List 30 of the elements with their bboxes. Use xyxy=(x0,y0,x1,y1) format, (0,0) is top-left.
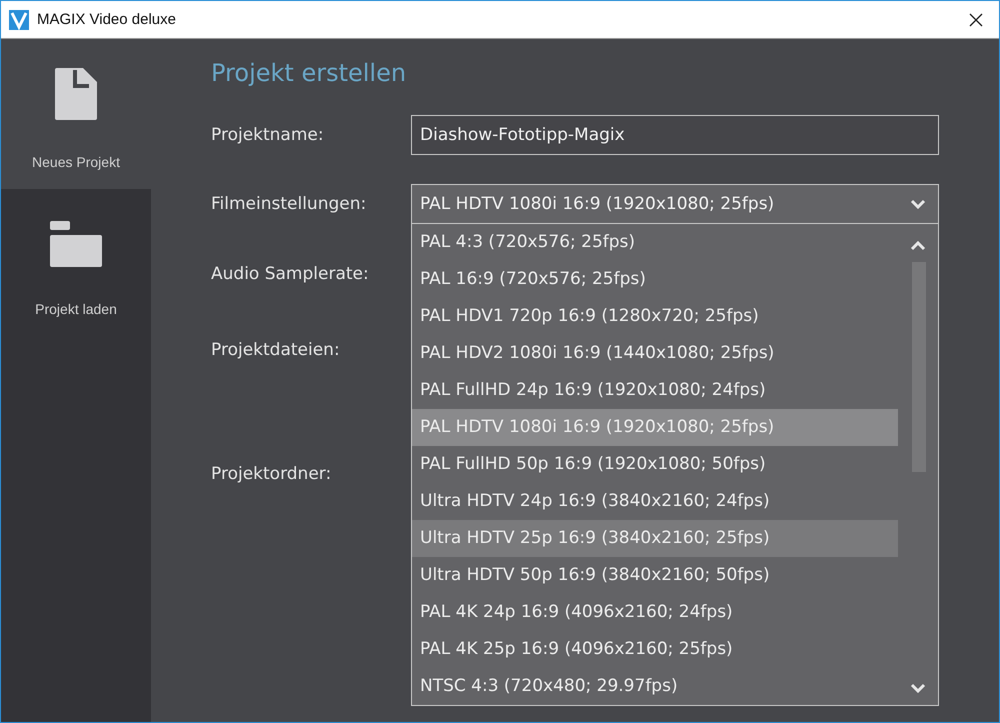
field-label: Projektname: xyxy=(211,125,325,145)
dropdown-option[interactable]: PAL FullHD 24p 16:9 (1920x1080; 24fps) xyxy=(412,372,898,409)
chevron-down-icon[interactable] xyxy=(910,199,926,209)
window-title: MAGIX Video deluxe xyxy=(37,11,177,28)
page-heading: Projekt erstellen xyxy=(211,58,408,89)
text-field[interactable]: Diashow-Fototipp-Magix xyxy=(411,115,939,155)
dropdown-option[interactable]: NTSC 4:3 (720x480; 29.97fps) xyxy=(412,668,898,705)
dropdown-option[interactable]: Ultra HDTV 25p 16:9 (3840x2160; 25fps) xyxy=(412,520,898,557)
dropdown-option[interactable]: Ultra HDTV 24p 16:9 (3840x2160; 24fps) xyxy=(412,483,898,520)
document-icon xyxy=(55,68,97,120)
close-icon[interactable] xyxy=(969,12,983,26)
app-logo-icon xyxy=(9,10,29,30)
dropdown-option[interactable]: PAL HDV1 720p 16:9 (1280x720; 25fps) xyxy=(412,298,898,335)
dropdown-option[interactable]: PAL HDV2 1080i 16:9 (1440x1080; 25fps) xyxy=(412,335,898,372)
dropdown-option[interactable]: PAL 4K 24p 16:9 (4096x2160; 24fps) xyxy=(412,594,898,631)
field-label: Projektordner: xyxy=(211,464,332,484)
chevron-up-icon[interactable] xyxy=(910,241,926,251)
dropdown-field[interactable]: PAL HDTV 1080i 16:9 (1920x1080; 25fps) xyxy=(411,184,939,224)
chevron-down-icon[interactable] xyxy=(910,683,926,693)
field-label: Audio Samplerate: xyxy=(211,264,370,284)
dropdown-option[interactable]: PAL 4:3 (720x576; 25fps) xyxy=(412,224,898,261)
dropdown-option[interactable]: PAL 4K 25p 16:9 (4096x2160; 25fps) xyxy=(412,631,898,668)
folder-icon xyxy=(50,221,102,267)
dropdown-option[interactable]: PAL FullHD 50p 16:9 (1920x1080; 50fps) xyxy=(412,446,898,483)
field-label: Filmeinstellungen: xyxy=(211,194,368,214)
dropdown-option[interactable]: PAL HDTV 1080i 16:9 (1920x1080; 25fps) xyxy=(412,409,898,446)
sidebar-item[interactable]: Neues Projekt xyxy=(1,39,151,189)
field-label: Projektdateien: xyxy=(211,340,341,360)
dropdown-option[interactable]: PAL 16:9 (720x576; 25fps) xyxy=(412,261,898,298)
dropdown-option[interactable]: Ultra HDTV 50p 16:9 (3840x2160; 50fps) xyxy=(412,557,898,594)
